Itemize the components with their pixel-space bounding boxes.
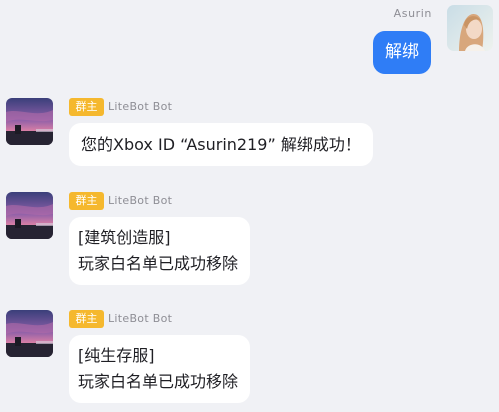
- message-text: 您的Xbox ID “Asurin219” 解绑成功！: [81, 135, 361, 154]
- self-sender-name: Asurin: [393, 7, 432, 20]
- message-bubble[interactable]: [纯生存服] 玩家白名单已成功移除: [69, 335, 251, 403]
- self-message-bubble[interactable]: 解绑: [373, 31, 431, 74]
- bot-avatar-icon[interactable]: [6, 98, 53, 145]
- message-bubble[interactable]: 您的Xbox ID “Asurin219” 解绑成功！: [69, 123, 373, 166]
- role-badge: 群主: [69, 192, 104, 210]
- message-text-line: 玩家白名单已成功移除: [78, 372, 239, 391]
- sender-name: LiteBot Bot: [108, 100, 173, 113]
- message-bubble[interactable]: [建筑创造服] 玩家白名单已成功移除: [69, 217, 251, 285]
- chat-window: Asurin 解绑 群主 LiteBot Bot 您的Xbox ID “Asur…: [0, 0, 499, 412]
- bot-avatar-icon[interactable]: [6, 310, 53, 357]
- message-text-line: [纯生存服]: [78, 346, 155, 365]
- bot-avatar-icon[interactable]: [6, 192, 53, 239]
- role-badge: 群主: [69, 98, 104, 116]
- sender-name: LiteBot Bot: [108, 312, 173, 325]
- message-text-line: 玩家白名单已成功移除: [78, 254, 239, 273]
- sender-name: LiteBot Bot: [108, 194, 173, 207]
- role-badge: 群主: [69, 310, 104, 328]
- message-text-line: [建筑创造服]: [78, 228, 171, 247]
- user-avatar-icon[interactable]: [447, 5, 493, 51]
